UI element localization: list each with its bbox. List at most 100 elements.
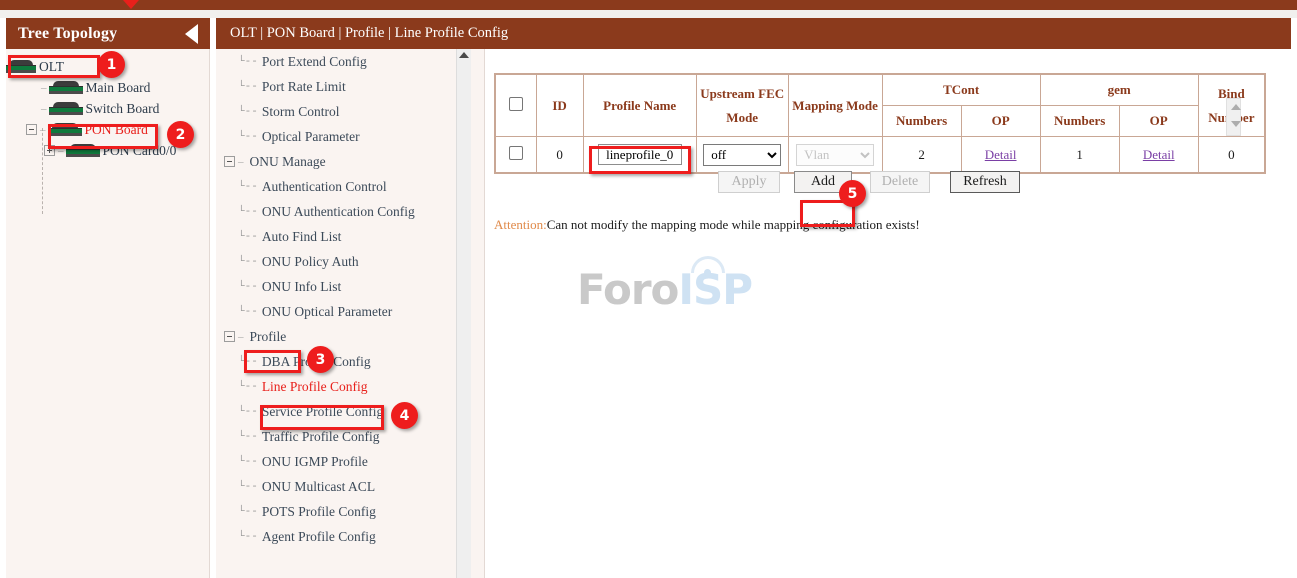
tree-item-label: OLT	[37, 59, 64, 75]
profile-name-input[interactable]	[598, 144, 682, 165]
th-gem-numbers: Numbers	[1040, 106, 1119, 137]
triangle-left-icon[interactable]	[185, 24, 198, 44]
cell-upstream-fec-mode: off	[696, 137, 788, 173]
tree-item-label: PON Card0/0	[101, 143, 177, 159]
gem-detail-link[interactable]: Detail	[1143, 147, 1175, 162]
nav-item-port-rate-limit[interactable]: └--Port Rate Limit	[216, 74, 468, 99]
nav-item-auto-find-list[interactable]: └--Auto Find List	[216, 224, 468, 249]
table-row: 0 off Vlan	[496, 137, 1265, 173]
tree-connector: –	[38, 124, 48, 136]
watermark-dot-icon	[704, 269, 711, 276]
apply-button[interactable]: Apply	[718, 171, 780, 193]
nav-item-dba-profile-config[interactable]: └--DBA Profile Config	[216, 349, 468, 374]
th-gem-op: OP	[1119, 106, 1198, 137]
nav-item-label: Line Profile Config	[258, 379, 368, 395]
nav-item-onu-info-list[interactable]: └--ONU Info List	[216, 274, 468, 299]
nav-item-profile[interactable]: –Profile	[216, 324, 468, 349]
cell-profile-name	[583, 137, 696, 173]
refresh-button[interactable]: Refresh	[950, 171, 1020, 193]
nav-connector: └--	[238, 381, 258, 393]
tree-item-olt[interactable]: OLT	[6, 56, 209, 77]
tree-item-switch-board[interactable]: – Switch Board	[6, 98, 209, 119]
nav-connector: └--	[238, 56, 258, 68]
tree-item-label: Switch Board	[84, 101, 160, 117]
nav-item-onu-multicast-acl[interactable]: └--ONU Multicast ACL	[216, 474, 468, 499]
cell-tcont-numbers: 2	[882, 137, 961, 173]
collapse-icon[interactable]	[224, 156, 235, 167]
row-checkbox[interactable]	[509, 146, 523, 160]
nav-item-authentication-control[interactable]: └--Authentication Control	[216, 174, 468, 199]
nav-item-label: Authentication Control	[258, 179, 387, 195]
tcont-detail-link[interactable]: Detail	[985, 147, 1017, 162]
attention-label: Attention:	[494, 217, 547, 232]
tree-connector: –	[39, 82, 49, 94]
collapse-icon[interactable]	[224, 331, 235, 342]
nav-menu-panel: └--Port Extend Config└--Port Rate Limit└…	[216, 49, 484, 578]
watermark-part1: Foro	[577, 265, 678, 314]
cell-gem-numbers: 1	[1040, 137, 1119, 173]
breadcrumb-bar: OLT | PON Board | Profile | Line Profile…	[216, 18, 1291, 49]
nav-item-line-profile-config[interactable]: └--Line Profile Config	[216, 374, 468, 399]
board-icon	[49, 81, 83, 94]
board-icon	[48, 123, 82, 136]
tree-item-pon-board[interactable]: – PON Board	[6, 119, 209, 140]
nav-item-label: Storm Control	[258, 104, 340, 120]
breadcrumb: OLT | PON Board | Profile | Line Profile…	[230, 25, 508, 42]
tree-item-main-board[interactable]: –Main Board	[6, 77, 209, 98]
table-action-buttons: Apply Add Delete Refresh	[494, 171, 1266, 201]
select-all-checkbox[interactable]	[509, 97, 523, 111]
nav-item-onu-manage[interactable]: –ONU Manage	[216, 149, 468, 174]
cell-mapping-mode: Vlan	[788, 137, 882, 173]
nav-connector: └--	[238, 506, 258, 518]
nav-item-onu-authentication-config[interactable]: └--ONU Authentication Config	[216, 199, 468, 224]
nav-item-port-extend-config[interactable]: └--Port Extend Config	[216, 49, 468, 74]
nav-item-label: ONU Optical Parameter	[258, 304, 392, 320]
nav-item-agent-profile-config[interactable]: └--Agent Profile Config	[216, 524, 468, 549]
nav-item-service-profile-config[interactable]: └--Service Profile Config	[216, 399, 468, 424]
nav-item-label: ONU Info List	[258, 279, 342, 295]
nav-item-storm-control[interactable]: └--Storm Control	[216, 99, 468, 124]
mapping-mode-select: Vlan	[796, 144, 874, 166]
tree-item-label: PON Board	[83, 122, 148, 138]
row-select-cell	[496, 137, 537, 173]
upstream-fec-mode-select[interactable]: off	[703, 144, 781, 166]
collapse-icon[interactable]	[26, 124, 37, 135]
th-upstream-fec-line2: Mode	[698, 110, 787, 126]
nav-item-onu-igmp-profile[interactable]: └--ONU IGMP Profile	[216, 449, 468, 474]
board-icon	[66, 144, 100, 157]
delete-button[interactable]: Delete	[870, 171, 930, 193]
th-gem: gem	[1040, 75, 1198, 106]
table-scroll-up-icon[interactable]	[1231, 104, 1241, 110]
cell-tcont-op: Detail	[961, 137, 1040, 173]
nav-item-optical-parameter[interactable]: └--Optical Parameter	[216, 124, 468, 149]
nav-item-onu-policy-auth[interactable]: └--ONU Policy Auth	[216, 249, 468, 274]
nav-scrollbar[interactable]	[456, 49, 471, 578]
th-mapping-mode: Mapping Mode	[788, 75, 882, 137]
nav-item-traffic-profile-config[interactable]: └--Traffic Profile Config	[216, 424, 468, 449]
board-icon	[49, 102, 83, 115]
cell-gem-op: Detail	[1119, 137, 1198, 173]
expand-icon[interactable]	[44, 145, 55, 156]
nav-item-label: Optical Parameter	[258, 129, 360, 145]
tree-connector: –	[39, 103, 49, 115]
nav-connector: └--	[238, 231, 258, 243]
th-upstream-fec-mode: Upstream FEC Mode	[696, 75, 788, 137]
select-all-header	[496, 75, 537, 137]
nav-connector: └--	[238, 481, 258, 493]
nav-item-label: ONU Authentication Config	[258, 204, 415, 220]
nav-scroll-up-icon[interactable]	[459, 52, 469, 58]
nav-connector: └--	[238, 306, 258, 318]
content-panel: ForoISP ID Profile Name	[484, 49, 1291, 578]
attention-message: Can not modify the mapping mode while ma…	[547, 217, 920, 232]
nav-item-onu-optical-parameter[interactable]: └--ONU Optical Parameter	[216, 299, 468, 324]
watermark: ForoISP	[577, 265, 752, 314]
table-scroll-down-icon[interactable]	[1231, 121, 1241, 127]
th-id: ID	[536, 75, 583, 137]
th-tcont-numbers: Numbers	[882, 106, 961, 137]
tree-item-pon-card0-0[interactable]: –PON Card0/0	[6, 140, 209, 161]
nav-item-pots-profile-config[interactable]: └--POTS Profile Config	[216, 499, 468, 524]
nav-connector: └--	[238, 281, 258, 293]
attention-note: Attention:Can not modify the mapping mod…	[494, 217, 920, 233]
add-button[interactable]: Add	[794, 171, 852, 193]
nav-connector: └--	[238, 131, 258, 143]
